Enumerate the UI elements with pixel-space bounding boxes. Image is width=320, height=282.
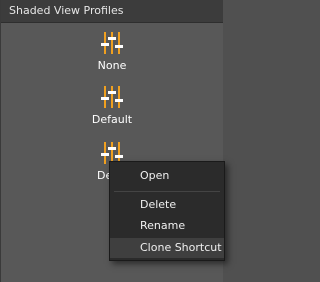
- menu-item-open[interactable]: Open: [110, 166, 224, 186]
- menu-separator: [114, 191, 220, 192]
- panel-title: Shaded View Profiles: [9, 4, 124, 17]
- profile-label: Default: [91, 113, 133, 126]
- context-menu: Open Delete Rename Clone Shortcut: [109, 161, 225, 261]
- menu-item-rename[interactable]: Rename: [110, 216, 224, 236]
- sliders-icon: [101, 32, 123, 54]
- profile-label: None: [97, 59, 127, 72]
- sliders-icon: [101, 86, 123, 108]
- shaded-view-profiles-panel: Shaded View Profiles None Default De Ope…: [0, 0, 225, 282]
- panel-title-bar[interactable]: Shaded View Profiles: [1, 0, 223, 23]
- profile-item-none[interactable]: None: [82, 31, 142, 72]
- menu-item-delete[interactable]: Delete: [110, 195, 224, 215]
- profile-item-default[interactable]: Default: [82, 85, 142, 126]
- menu-item-clone-shortcut[interactable]: Clone Shortcut: [110, 238, 224, 258]
